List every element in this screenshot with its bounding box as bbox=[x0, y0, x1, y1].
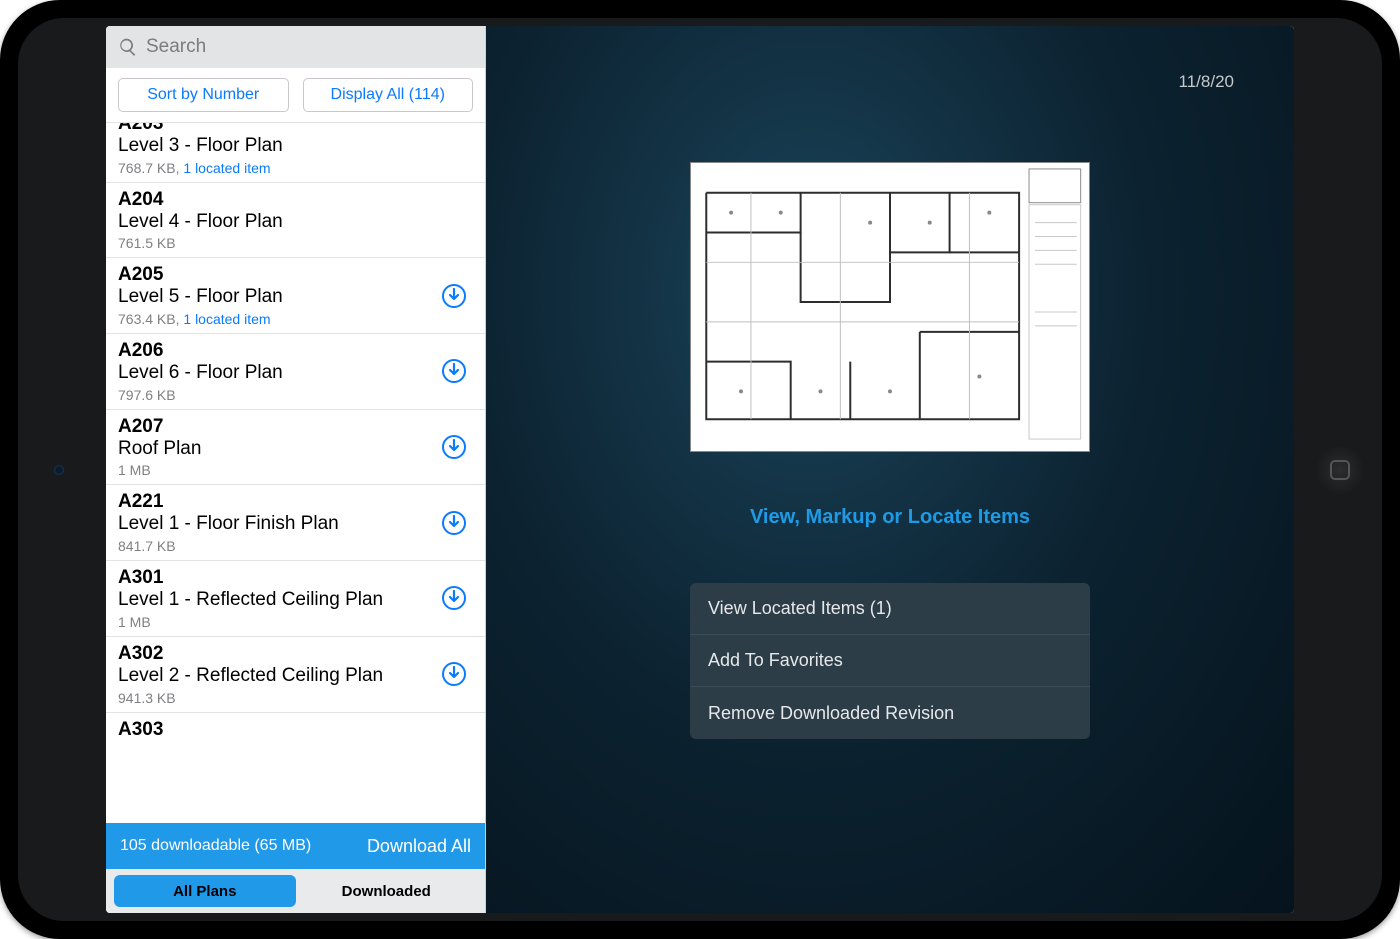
plan-date: 11/8/20 bbox=[1179, 72, 1234, 92]
plan-item[interactable]: A204Level 4 - Floor Plan 761.5 KB bbox=[106, 183, 485, 259]
tab-downloaded[interactable]: Downloaded bbox=[296, 875, 478, 907]
download-bar: 105 downloadable (65 MB) Download All bbox=[106, 823, 485, 869]
download-icon[interactable] bbox=[441, 661, 467, 687]
download-all-button[interactable]: Download All bbox=[367, 836, 471, 857]
download-icon[interactable] bbox=[441, 434, 467, 460]
view-located-items-button[interactable]: View Located Items (1) bbox=[690, 583, 1090, 635]
plan-item[interactable]: A207Roof Plan 1 MB bbox=[106, 410, 485, 486]
plan-item[interactable]: A303 bbox=[106, 713, 485, 739]
plan-title: Level 2 - Reflected Ceiling Plan bbox=[118, 665, 473, 687]
plan-number: A203 bbox=[118, 123, 473, 135]
front-camera bbox=[54, 465, 64, 475]
download-icon[interactable] bbox=[441, 358, 467, 384]
plan-title: Level 3 - Floor Plan bbox=[118, 135, 473, 157]
plan-size: 1 MB bbox=[118, 462, 473, 478]
tab-all-plans[interactable]: All Plans bbox=[114, 875, 296, 907]
plan-number: A221 bbox=[118, 491, 473, 513]
plan-actions-group: View Located Items (1) Add To Favorites … bbox=[690, 583, 1090, 739]
display-all-button[interactable]: Display All (114) bbox=[303, 78, 474, 112]
plan-title: Roof Plan bbox=[118, 438, 473, 460]
plan-item[interactable]: A205Level 5 - Floor Plan 763.4 KB, 1 loca… bbox=[106, 258, 485, 334]
plan-size: 761.5 KB bbox=[118, 235, 473, 251]
plan-number: A301 bbox=[118, 567, 473, 589]
plan-number: A205 bbox=[118, 264, 473, 286]
plan-number: A207 bbox=[118, 416, 473, 438]
search-icon bbox=[118, 37, 138, 57]
plan-number: A302 bbox=[118, 643, 473, 665]
segmented-control: All Plans Downloaded bbox=[106, 869, 485, 913]
plan-size: 763.4 KB, 1 located item bbox=[118, 311, 473, 327]
plans-sidebar: Search Sort by Number Display All (114) … bbox=[106, 26, 486, 913]
located-item-link[interactable]: 1 located item bbox=[183, 160, 270, 176]
search-placeholder: Search bbox=[146, 36, 206, 58]
plan-title: Level 6 - Floor Plan bbox=[118, 362, 473, 384]
located-item-link[interactable]: 1 located item bbox=[183, 311, 270, 327]
plan-number: A303 bbox=[118, 719, 473, 739]
add-to-favorites-button[interactable]: Add To Favorites bbox=[690, 635, 1090, 687]
plan-number: A204 bbox=[118, 189, 473, 211]
plan-size: 841.7 KB bbox=[118, 538, 473, 554]
home-button[interactable] bbox=[1314, 444, 1366, 496]
plan-item[interactable]: A302Level 2 - Reflected Ceiling Plan 941.… bbox=[106, 637, 485, 713]
sort-by-number-button[interactable]: Sort by Number bbox=[118, 78, 289, 112]
plan-number: A206 bbox=[118, 340, 473, 362]
plan-title: Level 4 - Floor Plan bbox=[118, 211, 473, 233]
plan-size: 941.3 KB bbox=[118, 690, 473, 706]
plan-size: 797.6 KB bbox=[118, 387, 473, 403]
plan-title: Level 1 - Reflected Ceiling Plan bbox=[118, 589, 473, 611]
plan-title: Level 5 - Floor Plan bbox=[118, 286, 473, 308]
plan-item[interactable]: A203Level 3 - Floor Plan 768.7 KB, 1 loca… bbox=[106, 123, 485, 183]
download-icon[interactable] bbox=[441, 283, 467, 309]
downloadable-count: 105 downloadable (65 MB) bbox=[120, 837, 311, 855]
plan-size: 1 MB bbox=[118, 614, 473, 630]
download-icon[interactable] bbox=[441, 585, 467, 611]
plan-item[interactable]: A301Level 1 - Reflected Ceiling Plan 1 MB bbox=[106, 561, 485, 637]
search-input[interactable]: Search bbox=[106, 26, 485, 68]
plan-list[interactable]: A203Level 3 - Floor Plan 768.7 KB, 1 loca… bbox=[106, 123, 485, 823]
plan-item[interactable]: A206Level 6 - Floor Plan 797.6 KB bbox=[106, 334, 485, 410]
plan-thumbnail[interactable] bbox=[690, 162, 1090, 452]
plan-detail-pane: 11/8/20 bbox=[486, 26, 1294, 913]
view-markup-locate-button[interactable]: View, Markup or Locate Items bbox=[750, 506, 1030, 529]
download-icon[interactable] bbox=[441, 510, 467, 536]
plan-title: Level 1 - Floor Finish Plan bbox=[118, 513, 473, 535]
remove-downloaded-revision-button[interactable]: Remove Downloaded Revision bbox=[690, 687, 1090, 739]
plan-size: 768.7 KB, 1 located item bbox=[118, 160, 473, 176]
plan-item[interactable]: A221Level 1 - Floor Finish Plan 841.7 KB bbox=[106, 485, 485, 561]
